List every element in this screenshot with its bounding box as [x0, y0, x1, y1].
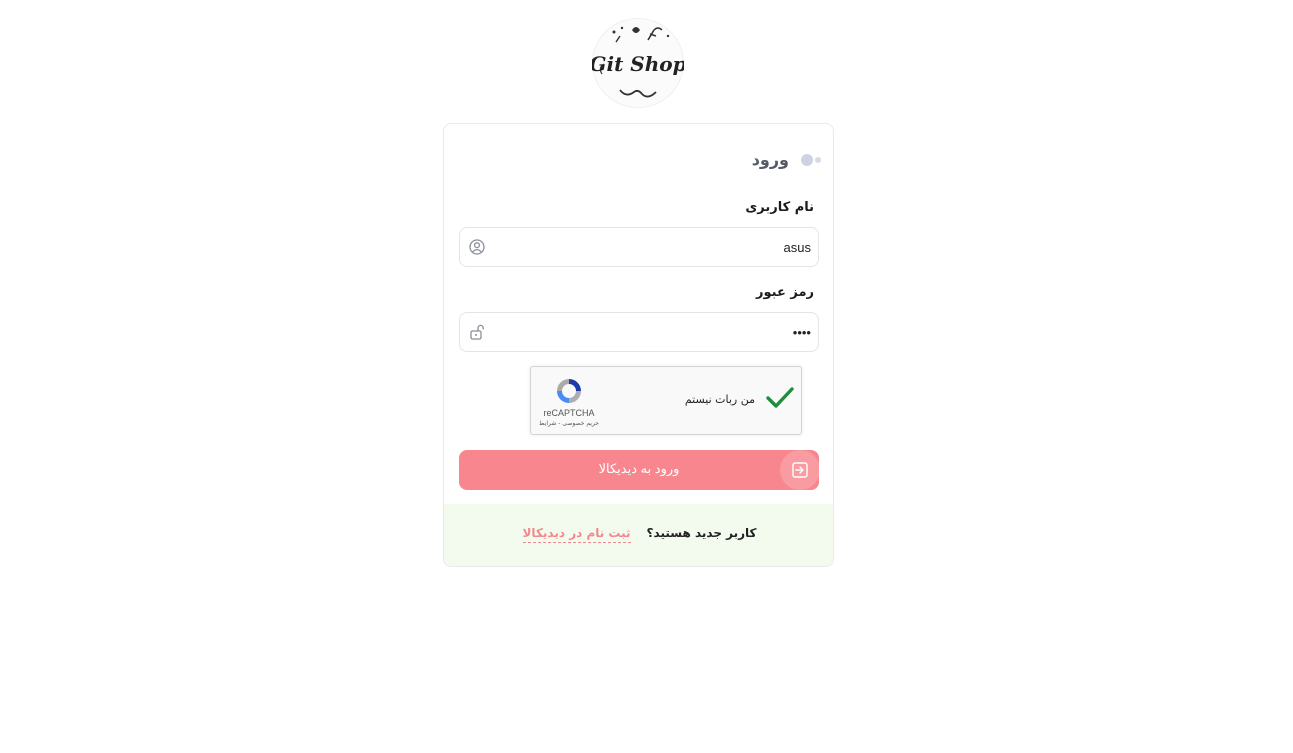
password-field[interactable] [459, 312, 819, 352]
dot-small [815, 156, 821, 163]
login-title: ورود [751, 150, 789, 169]
login-page: Git Shop ورود نام کاربری رمز عبور [0, 0, 1293, 753]
login-submit-button[interactable]: ورود به دیدیکالا [459, 450, 819, 490]
username-field[interactable] [459, 227, 819, 267]
new-user-question: کاربر جدید هستید؟ [646, 526, 757, 540]
register-footer: کاربر جدید هستید؟ ثبت نام در دیدیکالا [444, 504, 833, 566]
header-dots-decoration [801, 153, 821, 166]
user-circle-icon [469, 239, 485, 255]
captcha-label: من ربات نیستم [684, 393, 755, 406]
git-shop-logo: Git Shop [592, 18, 684, 108]
card-header: ورود [752, 150, 821, 169]
submit-icon-bubble [780, 450, 819, 490]
captcha-checkmark-icon[interactable] [765, 383, 795, 413]
password-input[interactable] [498, 313, 818, 351]
login-card: ورود نام کاربری رمز عبور من ربات ن [443, 123, 834, 567]
dot-big [801, 153, 813, 166]
recaptcha-widget: من ربات نیستم reCAPTCHA حریم خصوصی - شرا… [530, 366, 802, 435]
submit-label: ورود به دیدیکالا [598, 461, 680, 476]
recaptcha-links[interactable]: حریم خصوصی - شرایط [539, 420, 599, 427]
username-input[interactable] [498, 228, 818, 266]
recaptcha-icon [557, 379, 581, 403]
register-link[interactable]: ثبت نام در دیدیکالا [522, 526, 631, 543]
logo-text: Git Shop [592, 52, 684, 76]
recaptcha-brand: reCAPTCHA [543, 408, 595, 418]
password-label: رمز عبور [756, 285, 814, 300]
unlock-icon [470, 324, 484, 340]
login-enter-icon [792, 462, 808, 478]
recaptcha-logo: reCAPTCHA حریم خصوصی - شرایط [539, 376, 599, 427]
username-label: نام کاربری [745, 200, 814, 215]
